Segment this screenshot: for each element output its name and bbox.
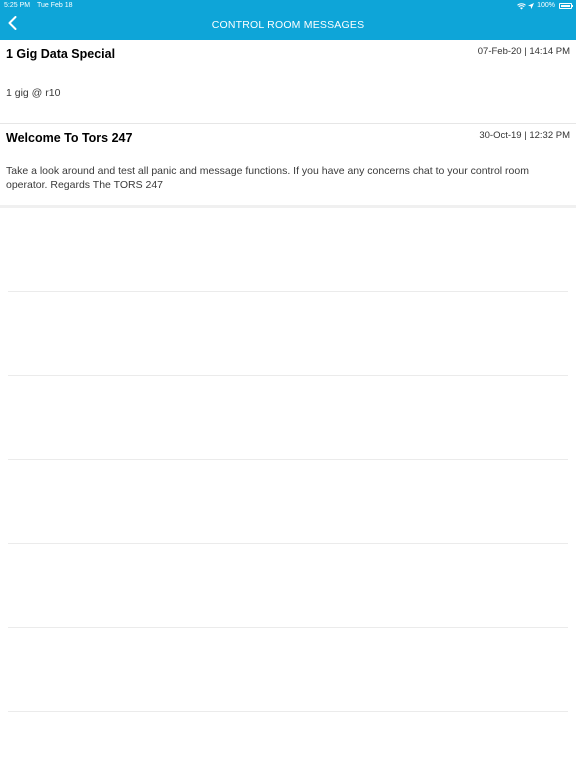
status-bar: 5:25 PM Tue Feb 18 100% [0, 0, 576, 12]
empty-row [8, 376, 568, 460]
status-date: Tue Feb 18 [37, 2, 73, 9]
message-title: Welcome To Tors 247 [6, 131, 133, 145]
page-title: CONTROL ROOM MESSAGES [211, 19, 365, 31]
battery-percent: 100% [537, 2, 555, 9]
message-date: 30-Oct-19 | 12:32 PM [479, 130, 570, 141]
empty-row [8, 628, 568, 712]
message-body: 1 gig @ r10 [6, 87, 61, 99]
message-item[interactable]: Welcome To Tors 247 30-Oct-19 | 12:32 PM… [0, 124, 576, 208]
battery-icon [559, 3, 573, 9]
message-date: 07-Feb-20 | 14:14 PM [477, 46, 570, 57]
status-time: 5:25 PM [4, 2, 31, 9]
empty-row [8, 292, 568, 376]
empty-row [8, 208, 568, 292]
location-arrow-icon [528, 3, 535, 9]
message-title: 1 Gig Data Special [6, 47, 116, 61]
message-item[interactable]: 1 Gig Data Special 07-Feb-20 | 14:14 PM … [0, 40, 576, 124]
empty-row [8, 544, 568, 628]
empty-row [8, 460, 568, 544]
wifi-icon [517, 2, 526, 10]
battery-fill [561, 5, 570, 7]
navigation-header: 5:25 PM Tue Feb 18 100% CONTROL ROOM MES… [0, 0, 576, 40]
message-list: 1 Gig Data Special 07-Feb-20 | 14:14 PM … [0, 40, 576, 712]
status-indicators: 100% [517, 0, 573, 12]
message-body: Take a look around and test all panic an… [6, 165, 529, 191]
